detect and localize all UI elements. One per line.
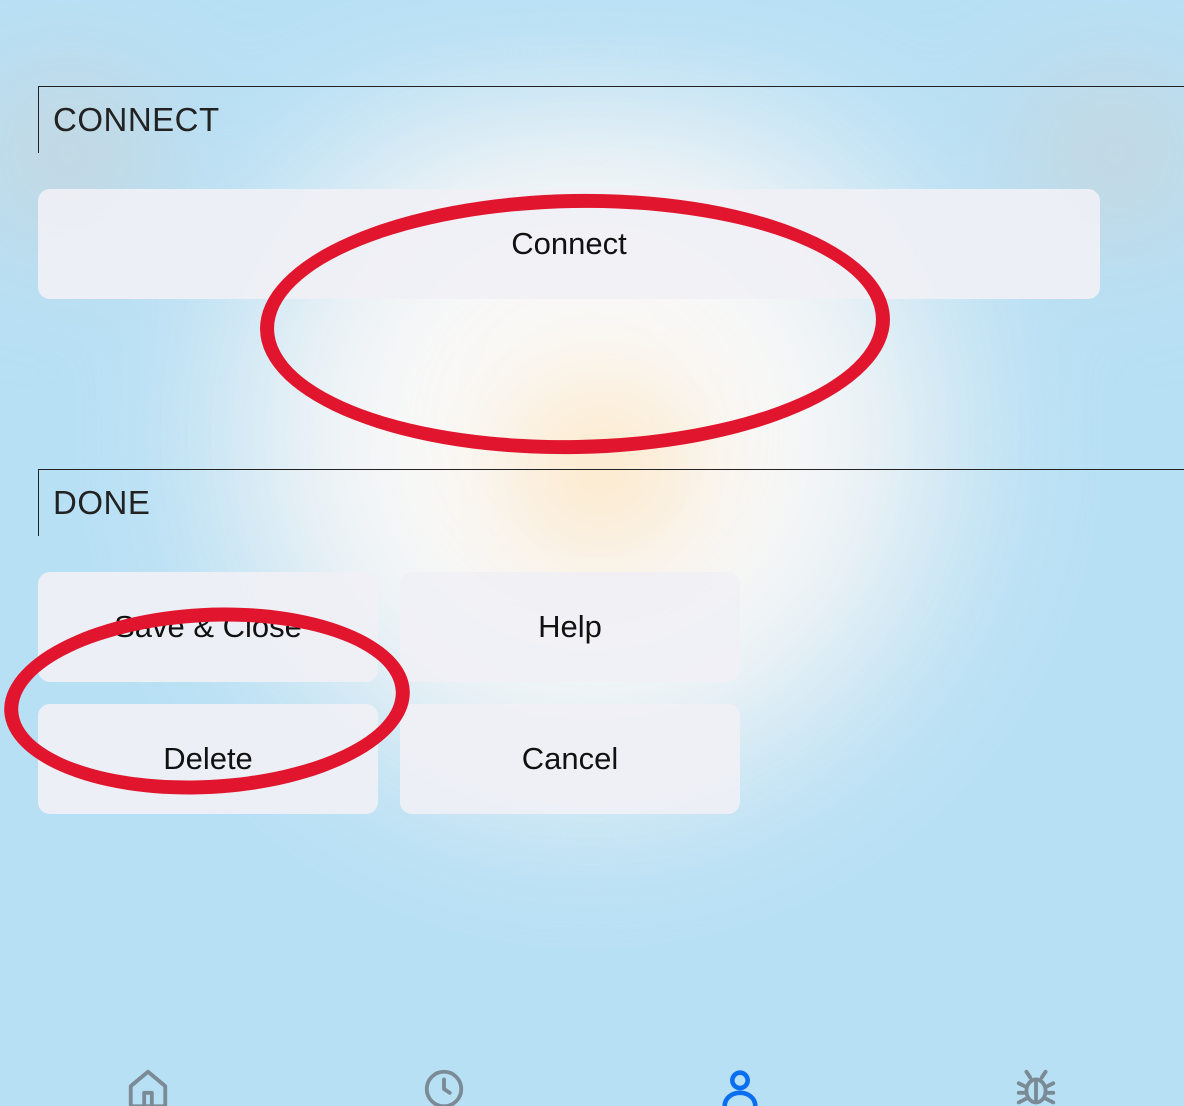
- done-section: DONE: [38, 469, 1184, 536]
- tab-settings[interactable]: Settings: [592, 1022, 888, 1106]
- save-close-button[interactable]: Save & Close: [38, 572, 378, 682]
- home-icon: [125, 1066, 171, 1106]
- help-button[interactable]: Help: [400, 572, 740, 682]
- tab-events[interactable]: Events: [296, 1022, 592, 1106]
- person-icon: [717, 1066, 763, 1106]
- tab-help[interactable]: Help: [888, 1022, 1184, 1106]
- tab-home[interactable]: Home: [0, 1022, 296, 1106]
- cancel-button[interactable]: Cancel: [400, 704, 740, 814]
- tab-bar: Home Events Settings: [0, 1022, 1184, 1106]
- clock-icon: [421, 1066, 467, 1106]
- done-section-header: DONE: [38, 469, 1184, 536]
- connect-section-header: CONNECT: [38, 86, 1184, 153]
- bug-icon: [1013, 1066, 1059, 1106]
- connect-button[interactable]: Connect: [38, 189, 1100, 299]
- delete-button[interactable]: Delete: [38, 704, 378, 814]
- connect-section: CONNECT: [38, 86, 1184, 153]
